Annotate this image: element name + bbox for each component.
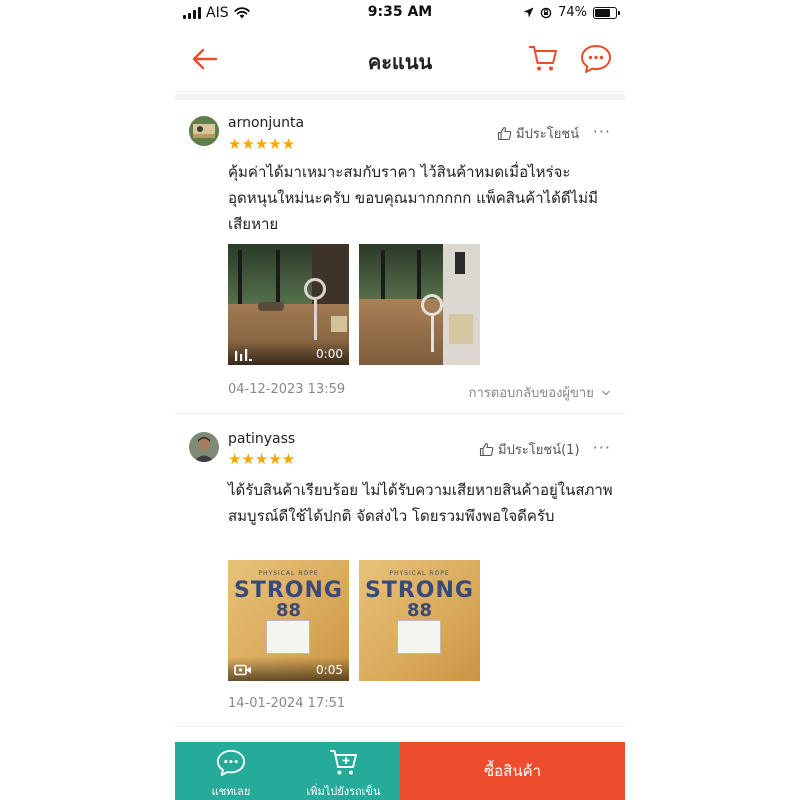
rating-stars-text: ★★★★★ (228, 450, 296, 468)
wifi-icon (233, 7, 250, 19)
rotation-lock-icon (540, 7, 552, 18)
more-options-button[interactable]: ··· (593, 438, 611, 457)
review-photo[interactable] (359, 244, 480, 365)
more-options-button[interactable]: ··· (593, 122, 611, 141)
buy-now-button[interactable]: ซื้อสินค้า (400, 742, 625, 800)
review-date: 04-12-2023 13:59 (228, 382, 346, 397)
chat-icon[interactable] (579, 42, 613, 76)
photo-thumbnail (359, 244, 480, 365)
box-number: 88 (406, 600, 433, 621)
chevron-down-icon (602, 390, 610, 396)
phone-screen: AIS 9:35 AM 74% คะแนน arnonjunta ★★★★★ ม… (175, 0, 625, 800)
seller-reply-label: การตอบกลับของผู้ขาย (468, 386, 594, 401)
rating-stars: ★★★★★ (228, 451, 295, 467)
carrier-name: AIS (206, 5, 229, 21)
review-video[interactable]: PHYSICAL ROPE STRONG 88 0:05 (228, 560, 349, 681)
chat-now-button[interactable]: แชทเลย (175, 742, 287, 800)
battery-percent: 74% (558, 5, 587, 20)
box-label-sticker (397, 620, 441, 654)
video-duration: 0:05 (316, 663, 343, 677)
status-bar: AIS 9:35 AM 74% (175, 0, 625, 28)
status-left: AIS (183, 5, 250, 21)
video-camera-icon (234, 664, 251, 676)
helpful-label: มีประโยชน์(1) (498, 443, 580, 458)
review-text: ได้รับสินค้าเรียบร้อย ไม่ได้รับความเสียห… (228, 481, 613, 525)
add-to-cart-icon-wrap (287, 748, 400, 778)
review-video[interactable]: 0:00 (228, 244, 349, 365)
chat-now-label: แชทเลย (211, 785, 251, 798)
avatar[interactable] (189, 116, 219, 146)
thumbs-up-icon (479, 442, 494, 457)
review-photo[interactable]: PHYSICAL ROPE STRONG 88 (359, 560, 480, 681)
review-text: คุ้มค่าได้มาเหมาะสมกับราคา ไว้สินค้าหมดเ… (228, 163, 598, 233)
bottom-action-bar: แชทเลย เพิ่มไปยังรถเข็น ซื้อสินค้า (175, 742, 625, 800)
review-username[interactable]: patinyass (228, 431, 295, 447)
add-to-cart-button[interactable]: เพิ่มไปยังรถเข็น (287, 742, 400, 800)
chat-now-icon-wrap (175, 748, 287, 778)
chat-icon (216, 749, 246, 777)
avatar-image (189, 432, 219, 462)
review-date: 14-01-2024 17:51 (228, 696, 346, 711)
scroll-divider (175, 94, 625, 100)
box-brand-top: PHYSICAL ROPE (258, 570, 319, 577)
photo-thumbnail: PHYSICAL ROPE STRONG 88 (359, 560, 480, 681)
location-arrow-icon (523, 7, 534, 18)
add-to-cart-label: เพิ่มไปยังรถเข็น (306, 785, 381, 798)
avatar[interactable] (189, 432, 219, 462)
add-to-cart-icon (329, 750, 357, 775)
helpful-button[interactable]: มีประโยชน์(1) (479, 439, 580, 460)
video-duration: 0:00 (316, 347, 343, 361)
seller-reply-toggle[interactable]: การตอบกลับของผู้ขาย (469, 382, 611, 403)
avatar-image (189, 116, 219, 146)
app-header: คะแนน (175, 28, 625, 92)
thumbs-up-icon (497, 126, 512, 141)
rating-stars: ★★★★★ (228, 136, 295, 152)
signal-icon (183, 7, 201, 19)
status-right: 74% (523, 5, 620, 20)
helpful-button[interactable]: มีประโยชน์ (497, 123, 579, 144)
battery-level (595, 8, 610, 17)
cart-icon[interactable] (527, 42, 559, 74)
review-username[interactable]: arnonjunta (228, 115, 304, 131)
video-bars-icon (235, 349, 252, 361)
battery-icon (593, 6, 620, 19)
box-label-sticker (266, 620, 310, 654)
review-divider (175, 726, 625, 727)
helpful-label: มีประโยชน์ (516, 127, 580, 142)
box-number: 88 (275, 600, 302, 621)
buy-now-label: ซื้อสินค้า (483, 762, 542, 780)
rating-stars-text: ★★★★★ (228, 135, 296, 153)
box-brand-top: PHYSICAL ROPE (389, 570, 450, 577)
review-divider (175, 413, 625, 414)
